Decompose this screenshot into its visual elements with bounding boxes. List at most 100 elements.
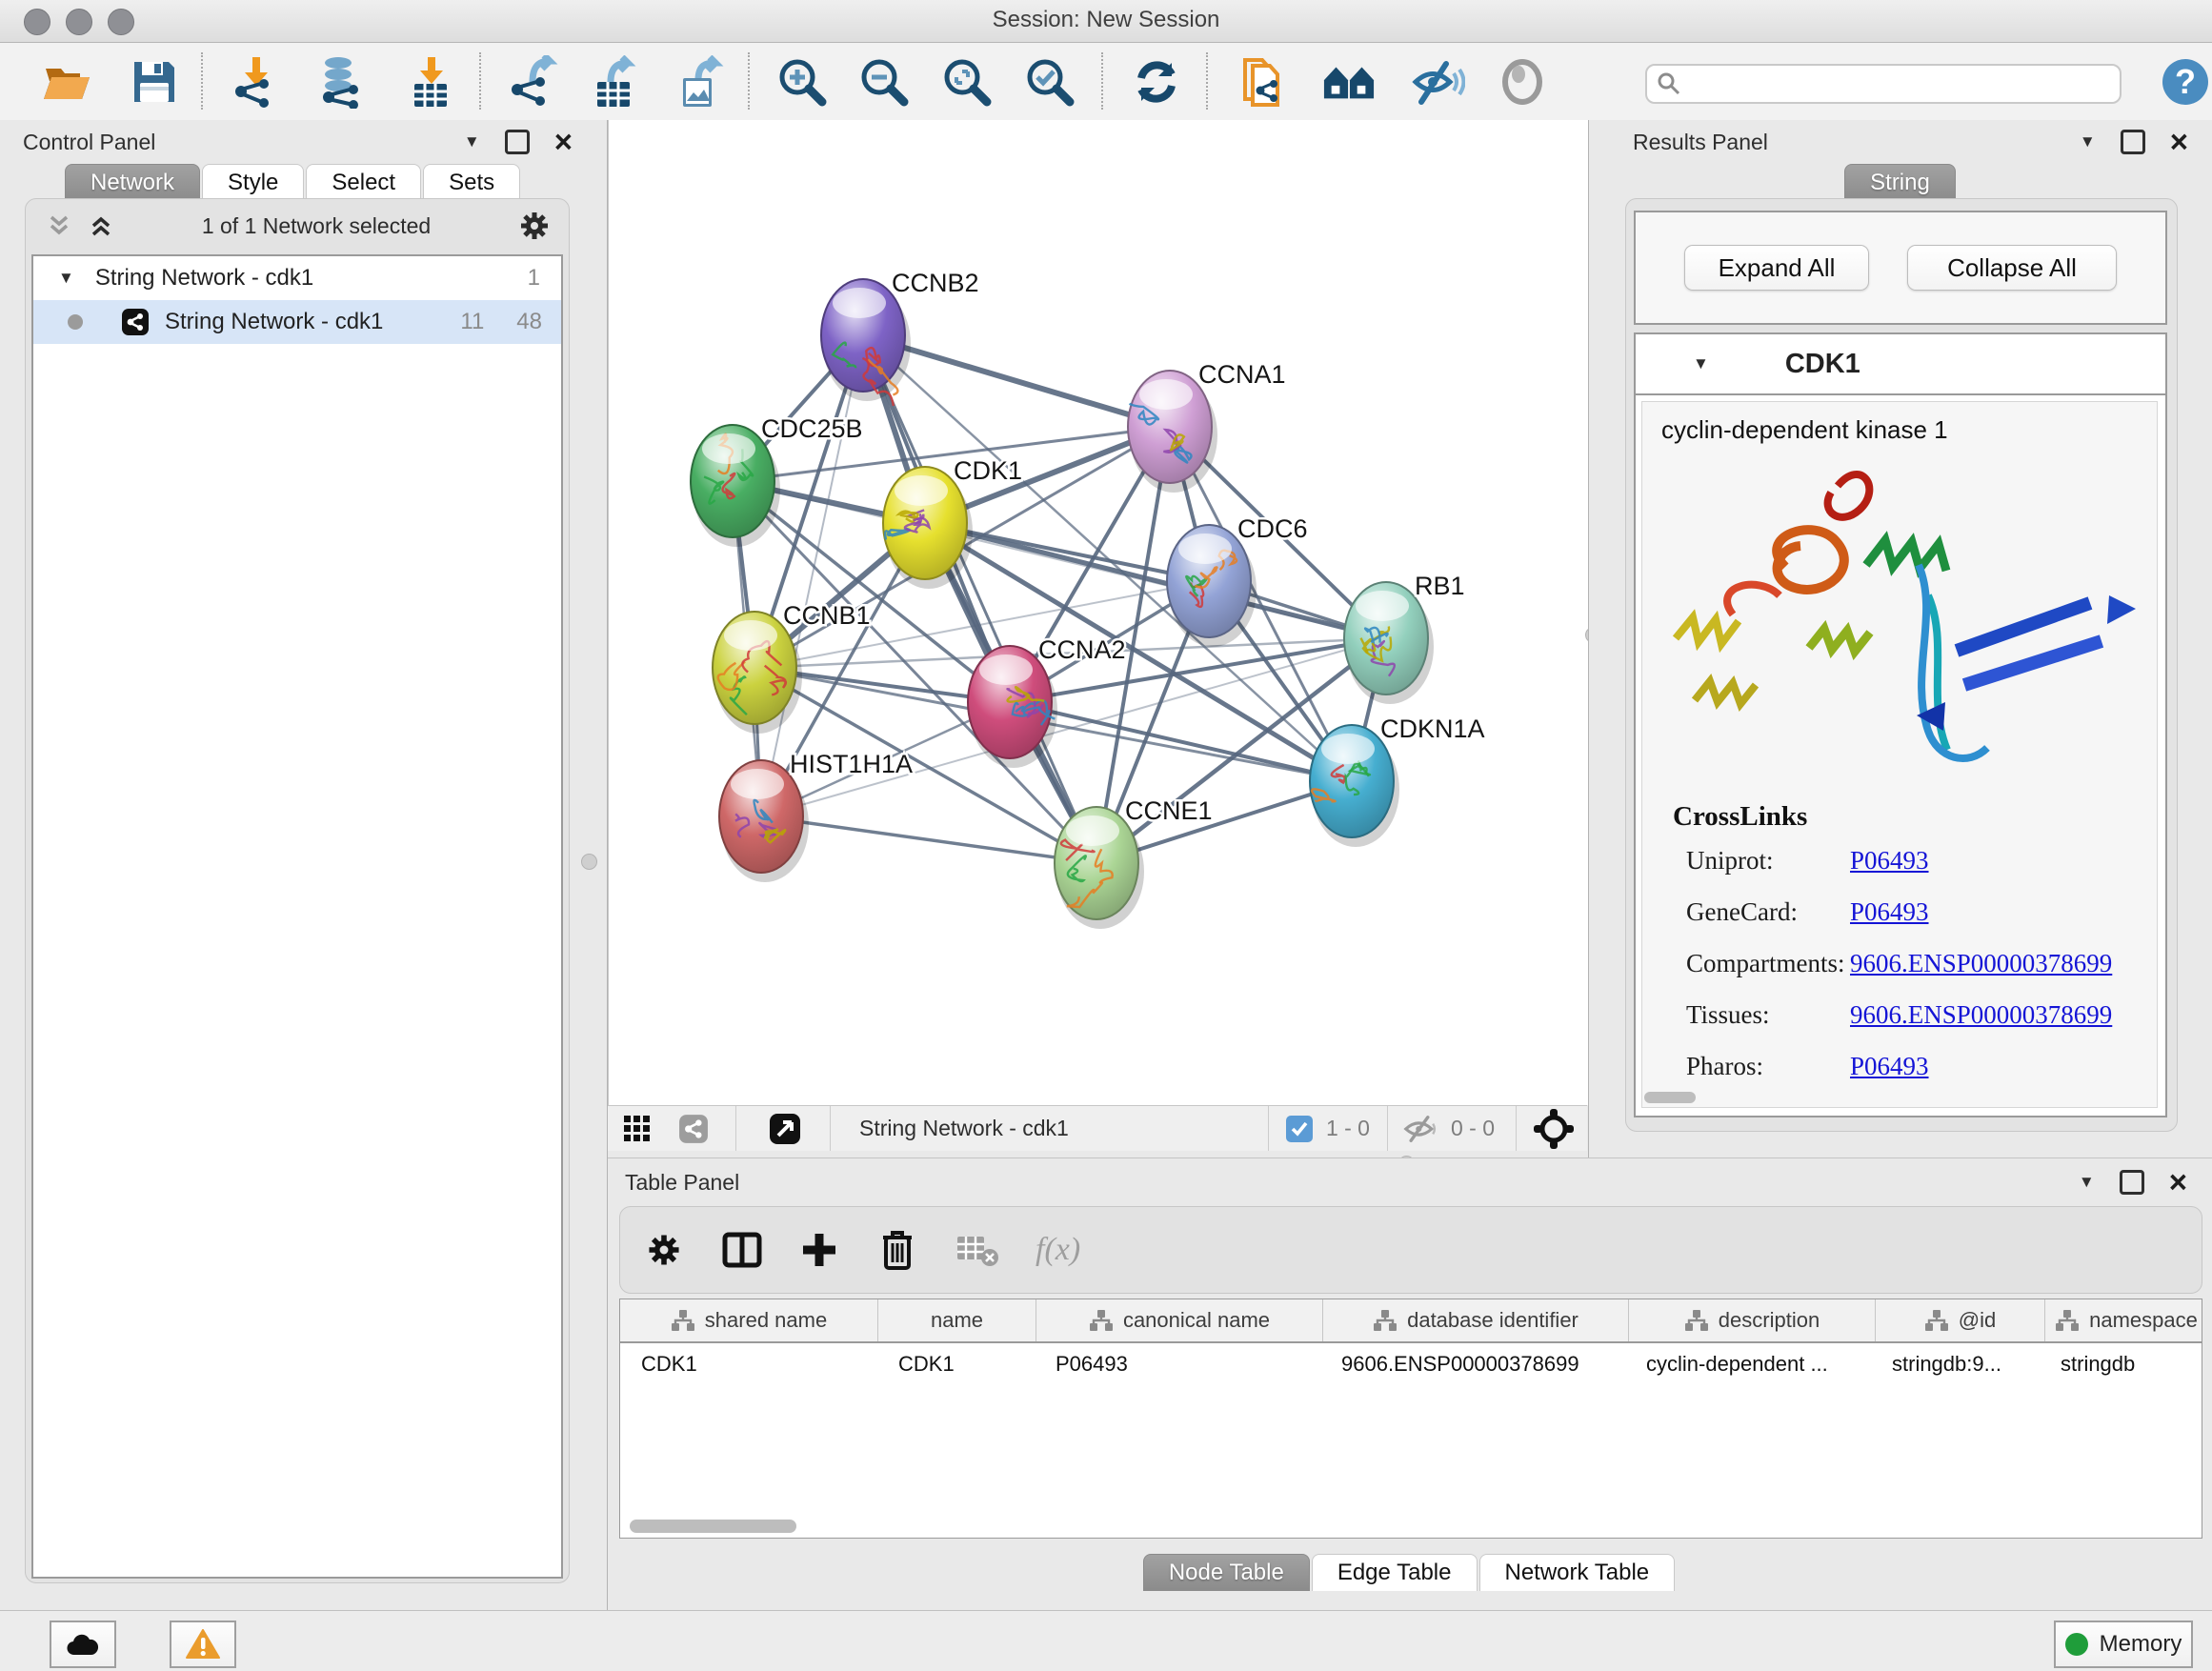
column-header-shared-name[interactable]: shared name — [620, 1299, 878, 1341]
results-panel-close-icon[interactable]: × — [2170, 132, 2188, 151]
tree-expand-icon[interactable]: ▼ — [58, 269, 74, 288]
tab-style[interactable]: Style — [202, 164, 304, 201]
tab-sets[interactable]: Sets — [423, 164, 520, 201]
network-status-dot — [68, 314, 83, 330]
network-tree-child-row[interactable]: String Network - cdk1 11 48 — [33, 300, 561, 344]
tab-network-table[interactable]: Network Table — [1479, 1554, 1676, 1591]
node-section-header[interactable]: ▼ CDK1 — [1636, 334, 2165, 395]
edge-HIST1H1A-CCNE1[interactable] — [761, 816, 1096, 863]
grid-view-icon[interactable] — [623, 1115, 652, 1143]
table-panel-close-icon[interactable]: × — [2169, 1173, 2187, 1192]
section-collapse-icon[interactable]: ▼ — [1693, 354, 1709, 373]
birdseye-view-icon[interactable] — [769, 1113, 801, 1145]
node-CDKN1A[interactable]: CDKN1A — [1310, 715, 1485, 847]
memory-status-button[interactable]: Memory — [2054, 1621, 2193, 1668]
column-header-name[interactable]: name — [878, 1299, 1036, 1341]
network-view-share-icon[interactable] — [678, 1114, 709, 1144]
crosslink-link[interactable]: P06493 — [1850, 1052, 1929, 1081]
crosshair-navigator-icon[interactable] — [1534, 1109, 1574, 1149]
table-cell[interactable]: CDK1 — [620, 1343, 877, 1385]
delete-column-icon[interactable] — [877, 1228, 917, 1272]
column-header-namespace[interactable]: namespace — [2045, 1299, 2202, 1341]
column-header-label: shared name — [705, 1308, 827, 1333]
column-header-canonical-name[interactable]: canonical name — [1036, 1299, 1323, 1341]
tab-edge-table[interactable]: Edge Table — [1312, 1554, 1478, 1591]
zoom-fit-button[interactable] — [940, 55, 994, 109]
edge-CDK1-RB1[interactable] — [925, 523, 1386, 638]
crosslink-link[interactable]: P06493 — [1850, 846, 1929, 876]
expand-all-button[interactable]: Expand All — [1684, 245, 1869, 291]
column-header-description[interactable]: description — [1629, 1299, 1876, 1341]
expand-all-icon[interactable] — [87, 211, 115, 240]
crosslink-link[interactable]: 9606.ENSP00000378699 — [1850, 1000, 2112, 1030]
zoom-out-button[interactable] — [857, 55, 911, 109]
hide-unhide-button[interactable] — [1412, 55, 1465, 109]
tab-string[interactable]: String — [1844, 164, 1956, 201]
network-graph[interactable]: CCNB2CCNA1CDC25BCDK1CDC6RB1CCNB1CCNA2CDK… — [609, 120, 1588, 1105]
import-network-button[interactable] — [231, 55, 284, 109]
left-splitter-handle[interactable] — [581, 854, 597, 870]
tab-network[interactable]: Network — [65, 164, 200, 201]
node-CCNB2[interactable]: CCNB2 — [821, 269, 979, 406]
table-cell[interactable]: 9606.ENSP00000378699 — [1320, 1343, 1625, 1385]
edge-CCNA2-CDKN1A[interactable] — [1010, 702, 1352, 781]
hidden-eye-icon[interactable] — [1403, 1115, 1439, 1143]
results-hscrollbar[interactable] — [1644, 1092, 1696, 1103]
table-panel-menu-icon[interactable]: ▼ — [2079, 1173, 2095, 1192]
show-columns-icon[interactable] — [721, 1229, 763, 1271]
table-hscrollbar[interactable] — [630, 1520, 796, 1533]
cloud-status-button[interactable] — [50, 1621, 116, 1668]
control-panel-close-icon[interactable]: × — [554, 132, 573, 151]
results-panel-menu-icon[interactable]: ▼ — [2080, 132, 2096, 151]
export-table-button[interactable] — [589, 55, 642, 109]
collapse-all-button[interactable]: Collapse All — [1907, 245, 2117, 291]
home-network-button[interactable] — [1322, 55, 1376, 109]
import-table-button[interactable] — [404, 55, 457, 109]
export-network-button[interactable] — [507, 55, 560, 109]
add-column-icon[interactable] — [799, 1230, 839, 1270]
table-cell[interactable]: P06493 — [1035, 1343, 1320, 1385]
crosslink-link[interactable]: 9606.ENSP00000378699 — [1850, 949, 2112, 978]
export-image-button[interactable] — [674, 55, 728, 109]
collapse-all-icon[interactable] — [45, 211, 73, 240]
node-CDC6[interactable]: CDC6 — [1167, 514, 1308, 647]
table-gear-icon[interactable] — [645, 1231, 683, 1269]
node-RB1[interactable]: RB1 — [1344, 572, 1465, 704]
table-row[interactable]: CDK1CDK1P064939606.ENSP00000378699cyclin… — [620, 1343, 2202, 1385]
save-session-button[interactable] — [128, 55, 181, 109]
table-cell[interactable]: stringdb:9... — [1871, 1343, 2040, 1385]
share-document-button[interactable] — [1238, 55, 1292, 109]
selected-nodes-checkbox[interactable] — [1286, 1116, 1313, 1142]
network-canvas[interactable]: CCNB2CCNA1CDC25BCDK1CDC6RB1CCNB1CCNA2CDK… — [608, 120, 1588, 1105]
network-options-gear-icon[interactable] — [517, 209, 552, 243]
import-database-button[interactable] — [314, 55, 368, 109]
table-panel-float-icon[interactable] — [2120, 1170, 2144, 1195]
control-panel-float-icon[interactable] — [505, 130, 530, 154]
results-panel-float-icon[interactable] — [2121, 130, 2145, 154]
table-cell[interactable]: CDK1 — [877, 1343, 1035, 1385]
edge-CCNB2-CCNE1[interactable] — [863, 335, 1096, 863]
warning-status-button[interactable] — [170, 1621, 236, 1668]
tab-node-table[interactable]: Node Table — [1143, 1554, 1310, 1591]
search-input[interactable] — [1689, 70, 2120, 97]
column-header--id[interactable]: @id — [1876, 1299, 2045, 1341]
help-button[interactable]: ? — [2159, 55, 2212, 109]
node-CCNA1[interactable]: CCNA1 — [1128, 360, 1286, 493]
table-cell[interactable]: cyclin-dependent ... — [1625, 1343, 1871, 1385]
column-header-database-identifier[interactable]: database identifier — [1323, 1299, 1629, 1341]
zoom-in-button[interactable] — [775, 55, 829, 109]
crosslink-link[interactable]: P06493 — [1850, 897, 1929, 927]
node-HIST1H1A[interactable]: HIST1H1A — [719, 750, 913, 882]
tab-select[interactable]: Select — [306, 164, 421, 201]
open-session-button[interactable] — [40, 55, 93, 109]
node-CCNB1[interactable]: CCNB1 — [713, 601, 871, 734]
node-CCNE1[interactable]: CCNE1 — [1055, 796, 1213, 929]
refresh-button[interactable] — [1130, 55, 1183, 109]
table-cell[interactable]: stringdb — [2040, 1343, 2202, 1385]
control-panel-menu-icon[interactable]: ▼ — [464, 132, 480, 151]
network-tree-root-row[interactable]: ▼ String Network - cdk1 1 — [33, 256, 561, 300]
node-CCNA2[interactable]: CCNA2 — [968, 635, 1126, 768]
gray-eye-button[interactable] — [1496, 55, 1549, 109]
zoom-selected-button[interactable] — [1023, 55, 1076, 109]
edge-CCNB2-HIST1H1A[interactable] — [761, 335, 863, 816]
